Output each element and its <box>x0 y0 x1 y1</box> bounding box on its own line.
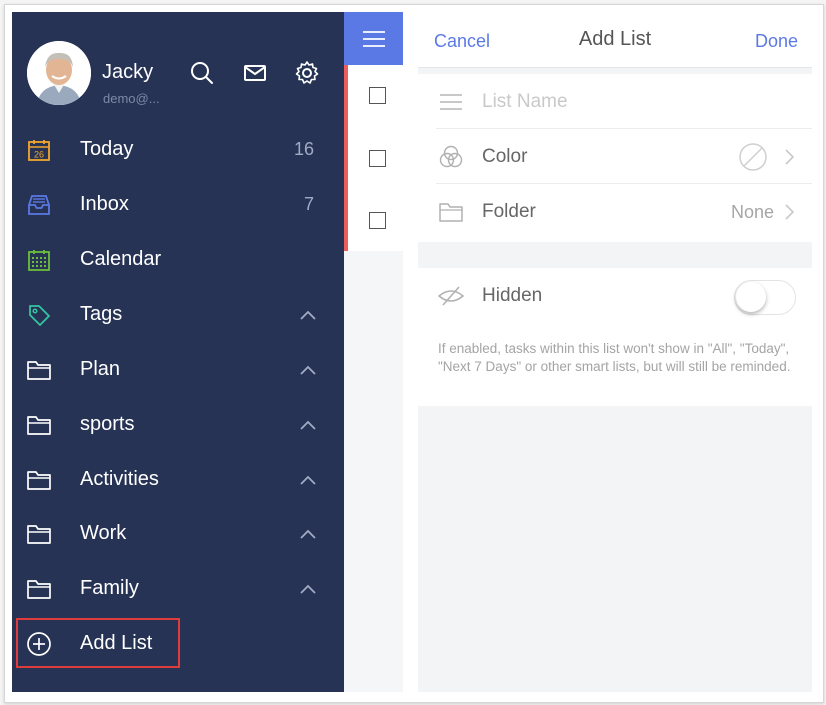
folder-icon <box>26 412 52 438</box>
nav-item-folder-activities[interactable]: Activities <box>12 453 344 507</box>
nav-label-work: Work <box>80 522 127 544</box>
no-color-swatch-icon[interactable] <box>738 142 768 172</box>
folder-icon <box>26 576 52 602</box>
task-checkbox[interactable] <box>369 87 386 104</box>
hidden-toggle[interactable] <box>734 280 796 315</box>
hidden-hint-text: If enabled, tasks within this list won't… <box>438 341 791 374</box>
nav-label-inbox: Inbox <box>80 193 129 215</box>
chevron-up-icon[interactable] <box>298 415 318 435</box>
user-email: demo@... <box>103 91 160 106</box>
folder-value: None <box>730 202 774 222</box>
hidden-label: Hidden <box>482 285 543 306</box>
task-checkboxes <box>344 65 403 251</box>
folder-icon <box>26 521 52 547</box>
list-settings-group: List Name Color Folder None <box>418 74 812 242</box>
nav-label-today: Today <box>80 138 134 160</box>
calendar-date-icon: 26 <box>26 137 52 163</box>
chevron-right-icon <box>782 203 796 221</box>
highlight-box <box>16 618 180 668</box>
mail-icon[interactable] <box>240 58 270 88</box>
list-name-row[interactable]: List Name <box>418 74 812 129</box>
inbox-count-badge: 7 <box>303 194 314 214</box>
done-button[interactable]: Done <box>755 31 798 52</box>
hamburger-menu-button[interactable] <box>344 12 403 65</box>
folder-label: Folder <box>482 201 536 222</box>
hidden-row: Hidden <box>418 268 812 323</box>
nav-item-inbox[interactable]: Inbox 7 <box>12 178 344 232</box>
nav-item-tags[interactable]: Tags <box>12 288 344 342</box>
hidden-settings-group: Hidden If enabled, tasks within this lis… <box>418 268 812 406</box>
color-label: Color <box>482 146 528 167</box>
user-name[interactable]: Jacky <box>102 61 153 84</box>
folder-icon <box>26 467 52 493</box>
list-name-input[interactable]: List Name <box>482 91 568 113</box>
search-icon[interactable] <box>187 58 217 88</box>
toggle-knob <box>736 282 766 312</box>
nav-item-calendar[interactable]: Calendar <box>12 233 344 287</box>
today-count-badge: 16 <box>293 139 314 159</box>
task-list-strip <box>344 12 403 692</box>
nav-item-folder-plan[interactable]: Plan <box>12 343 344 397</box>
nav-item-folder-family[interactable]: Family <box>12 562 344 616</box>
nav-item-today[interactable]: 26 Today 16 <box>12 123 344 177</box>
color-circles-icon <box>438 144 464 170</box>
chevron-right-icon <box>782 148 796 166</box>
inbox-icon <box>26 192 52 218</box>
eye-slash-icon <box>438 283 464 309</box>
nav-label-family: Family <box>80 577 139 599</box>
task-checkbox[interactable] <box>369 150 386 167</box>
today-date-badge: 26 <box>34 150 44 160</box>
sidebar: Jacky demo@... 26 Today 16 Inbox 7 Calen… <box>12 12 344 692</box>
nav-item-folder-sports[interactable]: sports <box>12 398 344 452</box>
folder-icon <box>438 199 464 225</box>
panel-title: Add List <box>578 28 652 50</box>
add-list-panel: Cancel Add List Done List Name Color Fol… <box>418 12 812 692</box>
settings-gear-icon[interactable] <box>292 58 322 88</box>
nav-item-folder-work[interactable]: Work <box>12 507 344 561</box>
menu-icon <box>362 30 385 47</box>
folder-icon <box>26 357 52 383</box>
chevron-up-icon[interactable] <box>298 579 318 599</box>
color-row[interactable]: Color <box>418 129 812 184</box>
panel-navbar: Cancel Add List Done <box>418 12 812 68</box>
nav-label-sports: sports <box>80 413 135 435</box>
lines-icon <box>438 89 464 115</box>
folder-row[interactable]: Folder None <box>418 184 812 239</box>
chevron-up-icon[interactable] <box>298 524 318 544</box>
chevron-up-icon[interactable] <box>298 360 318 380</box>
user-avatar[interactable] <box>27 41 91 105</box>
calendar-grid-icon <box>26 247 52 273</box>
nav-label-calendar: Calendar <box>80 248 162 270</box>
tag-icon <box>26 302 52 328</box>
chevron-up-icon[interactable] <box>298 470 318 490</box>
nav-label-activities: Activities <box>80 468 159 490</box>
nav-label-plan: Plan <box>80 358 121 380</box>
nav-label-tags: Tags <box>80 303 123 325</box>
chevron-up-icon[interactable] <box>298 305 318 325</box>
task-checkbox[interactable] <box>369 212 386 229</box>
